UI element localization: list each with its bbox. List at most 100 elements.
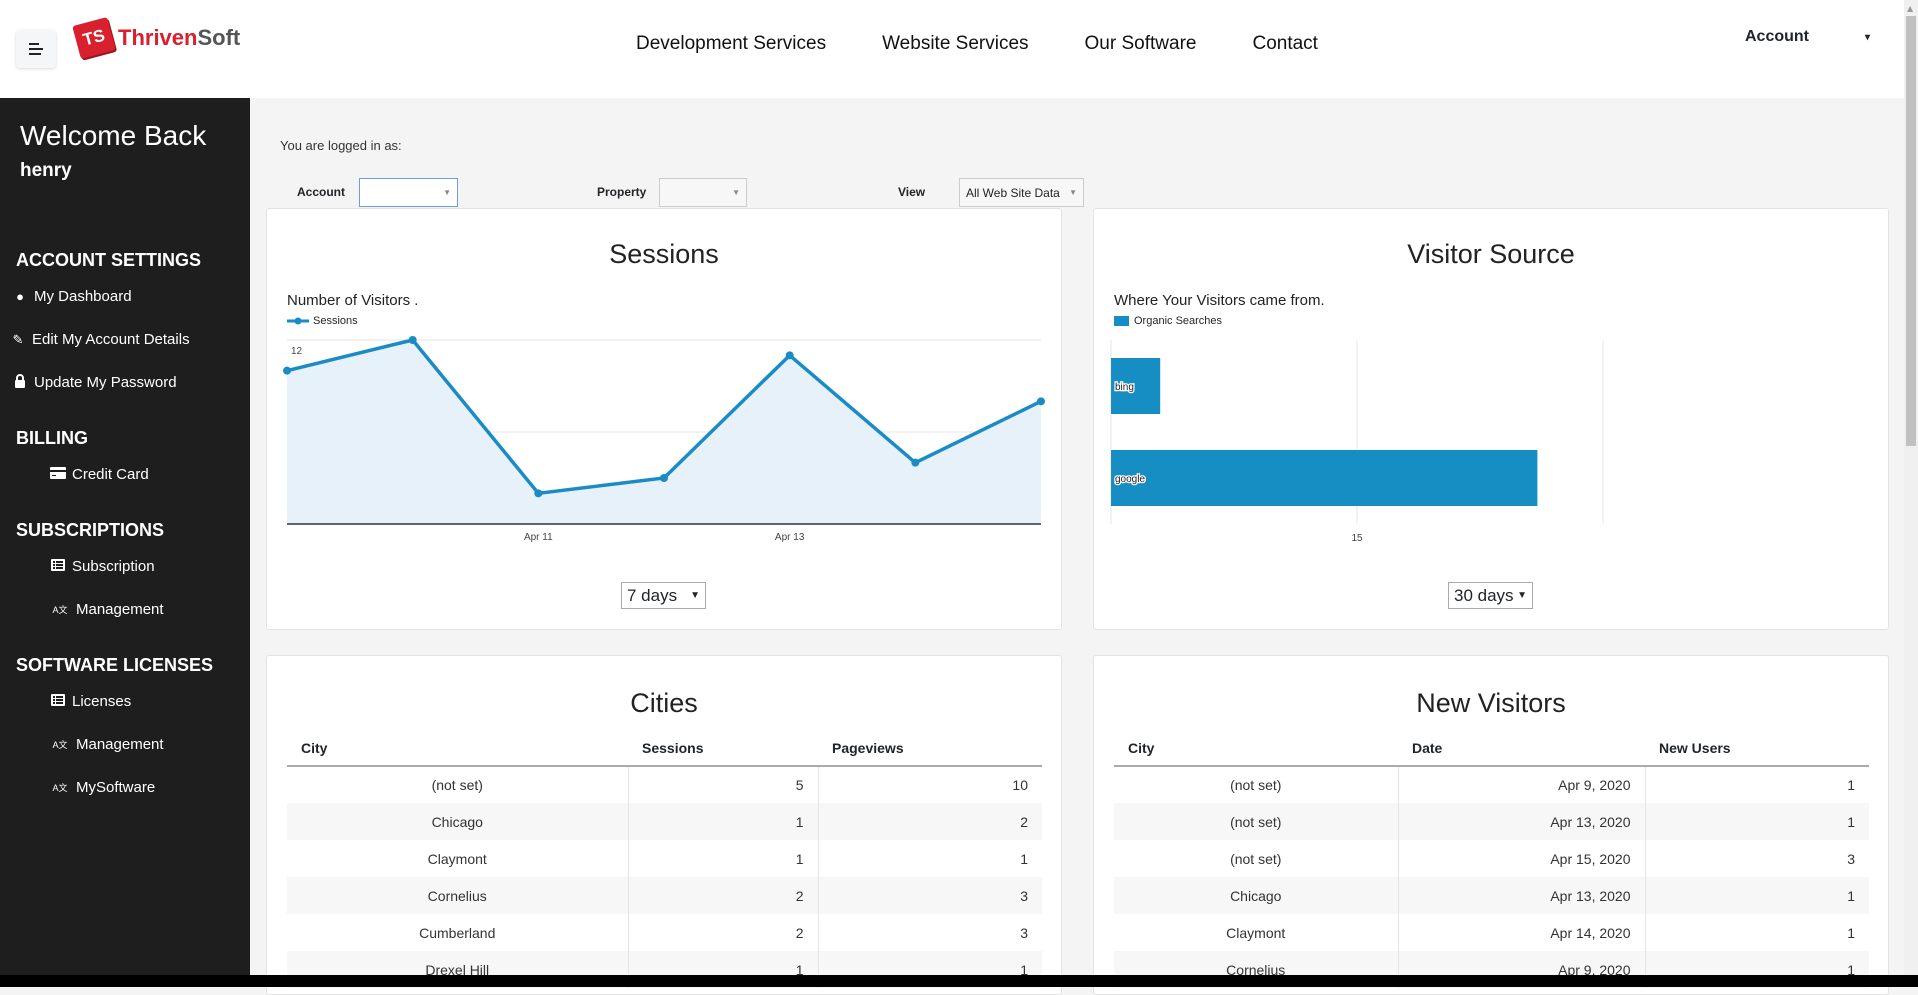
caret-down-icon: ▼ bbox=[1069, 188, 1077, 197]
table-cell: Apr 13, 2020 bbox=[1397, 877, 1645, 914]
table-cell: Cornelius bbox=[287, 877, 628, 914]
hamburger-icon bbox=[29, 43, 43, 55]
cities-title: Cities bbox=[630, 688, 698, 718]
brand-logo[interactable]: TS ThrivenSoft bbox=[72, 16, 241, 60]
table-row: Claymont 1 1 bbox=[287, 840, 1042, 877]
table-row: Cornelius 2 3 bbox=[287, 877, 1042, 914]
user-icon: ● bbox=[16, 289, 24, 304]
table-row: Chicago Apr 13, 2020 1 bbox=[1114, 877, 1869, 914]
table-row: (not set) 5 10 bbox=[287, 766, 1042, 803]
nav-website-services[interactable]: Website Services bbox=[882, 33, 1028, 55]
caret-down-icon: ▼ bbox=[690, 590, 700, 601]
table-cell: Apr 9, 2020 bbox=[1397, 766, 1645, 803]
table-row: Chicago 1 2 bbox=[287, 803, 1042, 840]
credit-card-icon bbox=[50, 467, 66, 482]
view-filter-label: View bbox=[898, 185, 926, 199]
sessions-line-chart: 612Apr 11Apr 13 bbox=[283, 336, 1045, 543]
top-header: TS ThrivenSoft Development Services Webs… bbox=[0, 0, 1904, 98]
table-cell: 2 bbox=[627, 914, 818, 951]
caret-down-icon: ▼ bbox=[443, 188, 451, 197]
column-header-date[interactable]: Date bbox=[1398, 730, 1645, 767]
list-icon bbox=[50, 559, 66, 574]
new-visitors-card: New Visitors City Date New Users (not se… bbox=[1093, 655, 1889, 995]
logo-mark-icon: TS bbox=[72, 16, 116, 60]
caret-down-icon: ▼ bbox=[1517, 590, 1527, 601]
account-dropdown[interactable]: Account ▾ bbox=[1745, 28, 1870, 46]
view-select[interactable]: All Web Site Data ▼ bbox=[959, 178, 1084, 207]
language-icon: A文 bbox=[52, 605, 68, 615]
table-cell: 2 bbox=[627, 877, 818, 914]
welcome-heading: Welcome Back bbox=[20, 120, 207, 151]
table-cell: Cumberland bbox=[419, 924, 496, 941]
username: henry bbox=[20, 160, 72, 181]
column-header-sessions[interactable]: Sessions bbox=[628, 730, 818, 767]
logo-text: ThrivenSoft bbox=[118, 25, 241, 50]
sidebar-item-mysoftware[interactable]: A文 MySoftware bbox=[50, 779, 155, 796]
property-select[interactable]: ▼ bbox=[659, 178, 747, 207]
new-visitors-table: City Date New Users (not set) Apr 9, 2020… bbox=[1114, 730, 1869, 988]
x-tick-label: 15 bbox=[1351, 533, 1363, 544]
sidebar-item-credit-card[interactable]: Credit Card bbox=[50, 466, 149, 483]
scrollbar-thumb[interactable] bbox=[1906, 16, 1916, 446]
table-cell: 3 bbox=[1644, 840, 1869, 877]
table-cell: Apr 15, 2020 bbox=[1397, 840, 1645, 877]
table-cell: (not set) bbox=[1230, 850, 1282, 867]
page-scrollbar[interactable]: ▲ bbox=[1904, 0, 1918, 975]
table-cell: (not set) bbox=[431, 777, 483, 793]
column-header-city[interactable]: City bbox=[287, 730, 628, 767]
table-cell: 1 bbox=[1644, 877, 1869, 914]
sidebar-item-license-management[interactable]: A文 Management bbox=[50, 736, 163, 753]
data-point bbox=[534, 489, 543, 498]
table-cell: (not set) bbox=[1114, 803, 1398, 840]
scroll-up-arrow-icon[interactable]: ▲ bbox=[1907, 4, 1913, 13]
table-cell: 1 bbox=[1644, 914, 1869, 951]
visitor-range-select[interactable]: 30 days ▼ bbox=[1448, 582, 1533, 609]
column-header-city[interactable]: City bbox=[1114, 730, 1398, 767]
table-cell: Chicago bbox=[287, 803, 628, 840]
new-visitors-title: New Visitors bbox=[1416, 688, 1566, 718]
cities-card: Cities City Sessions Pageviews (not set)… bbox=[266, 655, 1062, 995]
sessions-range-select[interactable]: 7 days ▼ bbox=[621, 582, 706, 609]
table-cell: Apr 14, 2020 bbox=[1397, 914, 1645, 951]
language-icon: A文 bbox=[52, 740, 68, 750]
visitor-source-card: Visitor Source Where Your Visitors came … bbox=[1093, 208, 1889, 630]
cities-table: City Sessions Pageviews (not set) 5 10 Chic… bbox=[287, 730, 1042, 988]
table-row: Claymont Apr 14, 2020 1 bbox=[1114, 914, 1869, 951]
nav-development-services[interactable]: Development Services bbox=[636, 33, 826, 55]
table-cell: 1 bbox=[817, 840, 1042, 877]
sidebar-item-licenses[interactable]: Licenses bbox=[50, 693, 131, 710]
main-nav: Development Services Website Services Ou… bbox=[636, 33, 1318, 55]
table-cell: 10 bbox=[817, 766, 1042, 803]
table-cell: Claymont bbox=[427, 850, 487, 867]
data-point bbox=[911, 458, 920, 467]
section-title-subscriptions: SUBSCRIPTIONS bbox=[16, 520, 165, 540]
sidebar-item-subscription-management[interactable]: A文 Management bbox=[50, 601, 163, 618]
account-select[interactable]: ▼ bbox=[359, 178, 458, 207]
sidebar-item-update-password[interactable]: Update My Password bbox=[12, 374, 177, 391]
column-header-new-users[interactable]: New Users bbox=[1645, 730, 1869, 767]
bottom-edge bbox=[0, 975, 1918, 987]
section-title-account-settings: ACCOUNT SETTINGS bbox=[16, 250, 202, 270]
table-cell: 5 bbox=[627, 766, 818, 803]
table-cell: 3 bbox=[817, 877, 1042, 914]
nav-our-software[interactable]: Our Software bbox=[1085, 33, 1197, 55]
sidebar-item-edit-account[interactable]: ✎ Edit My Account Details bbox=[10, 331, 190, 348]
account-filter-label: Account bbox=[297, 185, 345, 199]
bar-google bbox=[1111, 450, 1538, 506]
column-header-pageviews[interactable]: Pageviews bbox=[818, 730, 1042, 767]
table-cell: (not set) bbox=[1230, 777, 1282, 793]
table-row: (not set) Apr 15, 2020 3 bbox=[1114, 840, 1869, 877]
table-row: (not set) Apr 9, 2020 1 bbox=[1114, 766, 1869, 803]
data-point bbox=[408, 336, 417, 344]
table-row: Cumberland 2 3 bbox=[287, 914, 1042, 951]
sidebar-item-subscription[interactable]: Subscription bbox=[50, 558, 155, 575]
section-title-billing: BILLING bbox=[16, 428, 88, 448]
menu-toggle-button[interactable] bbox=[16, 30, 56, 68]
sidebar-item-my-dashboard[interactable]: ● My Dashboard bbox=[12, 288, 131, 305]
y-tick-label: 12 bbox=[291, 346, 303, 357]
table-cell: 2 bbox=[817, 803, 1042, 840]
nav-contact[interactable]: Contact bbox=[1252, 33, 1317, 55]
table-cell: 1 bbox=[1644, 803, 1869, 840]
bar-label: google bbox=[1115, 474, 1145, 485]
lock-icon bbox=[12, 374, 28, 391]
